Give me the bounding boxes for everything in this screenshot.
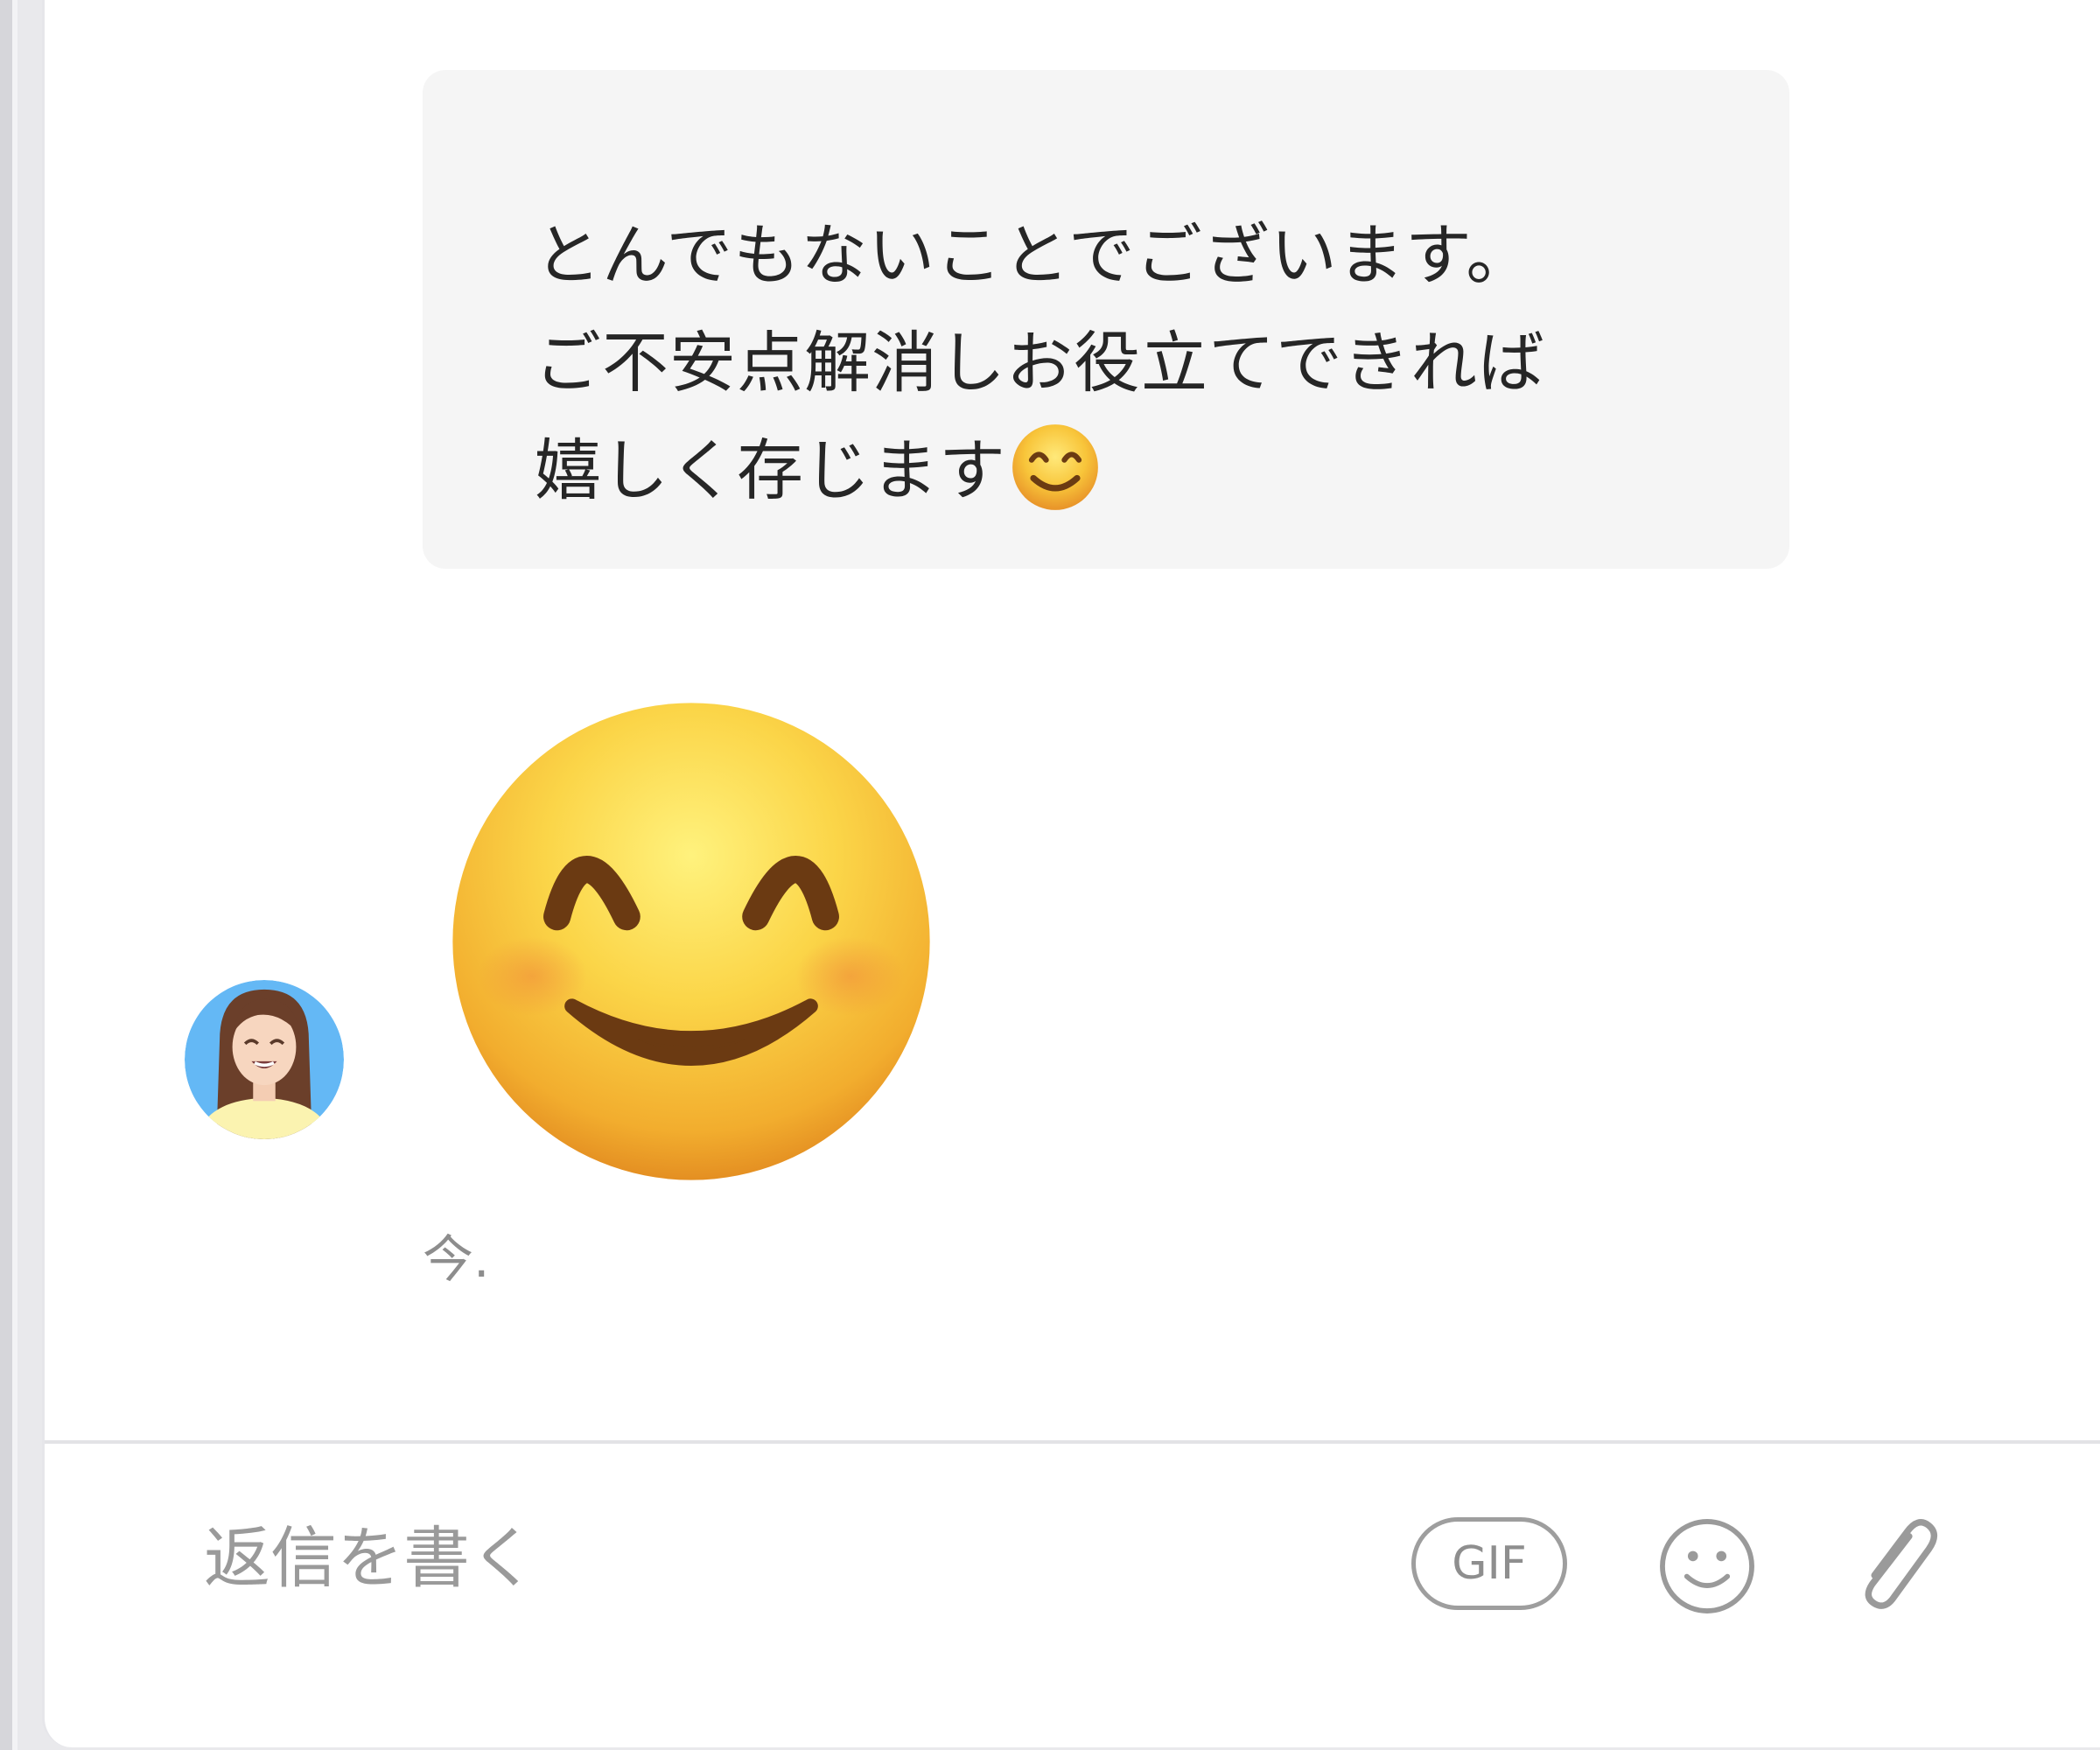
composer-divider: [45, 1440, 2100, 1444]
message-timestamp: 今.: [423, 1229, 490, 1289]
smiley-icon[interactable]: [1656, 1516, 1758, 1617]
message-bubble: とんでもないことでございます。 ご不安点解消しお役立てできれば 嬉しく存じます: [423, 70, 1789, 569]
gif-button[interactable]: GIF: [1411, 1517, 1567, 1610]
chat-panel: とんでもないことでございます。 ご不安点解消しお役立てできれば 嬉しく存じます: [42, 0, 2100, 1747]
message-line-1: とんでもないことでございます。: [535, 216, 1534, 294]
left-rail-edge: [12, 0, 18, 1750]
sticker-smiling-face-emoji-icon: [452, 703, 930, 1180]
left-rail: [0, 0, 12, 1750]
smiling-face-emoji-icon: [1012, 424, 1098, 510]
reply-input[interactable]: [204, 1505, 1341, 1610]
message-line-3-text: 嬉しく存じます: [535, 431, 1006, 509]
message-line-3: 嬉しく存じます: [535, 416, 1789, 524]
message-line-2: ご不安点解消しお役立てできれば: [535, 324, 1545, 402]
paperclip-icon[interactable]: [1842, 1510, 1950, 1619]
sender-avatar[interactable]: [185, 980, 344, 1139]
